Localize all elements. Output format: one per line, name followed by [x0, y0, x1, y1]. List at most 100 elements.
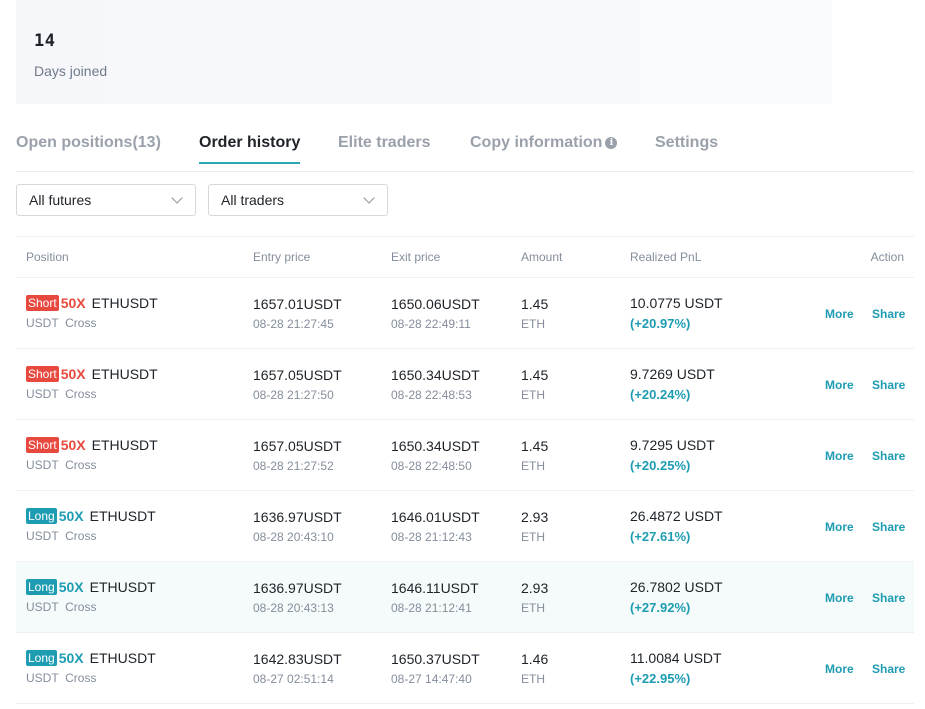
amount-unit: ETH	[521, 459, 545, 473]
amount-unit: ETH	[521, 530, 545, 544]
amount: 2.93	[521, 509, 549, 525]
tab-label: Elite traders	[338, 134, 431, 151]
tab-copy-information[interactable]: Copy information i	[470, 134, 618, 164]
header-position: Position	[26, 250, 69, 264]
days-joined-card: 14 Days joined	[16, 0, 832, 104]
realized-pnl-percent: (+20.25%)	[630, 458, 691, 473]
margin-mode: USDT Cross	[26, 387, 97, 401]
header-action: Action	[870, 250, 904, 264]
amount: 1.45	[521, 367, 549, 383]
more-button[interactable]: More	[825, 520, 854, 534]
side-badge: Short	[26, 366, 59, 382]
share-button[interactable]: Share	[872, 591, 905, 605]
tab-label: Settings	[655, 134, 719, 151]
share-button[interactable]: Share	[872, 520, 905, 534]
more-button[interactable]: More	[825, 662, 854, 676]
table-row: Long 50X ETHUSDT USDT Cross 1642.83USDT 08…	[16, 633, 914, 704]
realized-pnl-percent: (+20.24%)	[630, 387, 691, 402]
exit-price: 1646.11USDT	[391, 580, 479, 596]
tab-bar: Open positions(13) Order history Elite t…	[16, 124, 914, 172]
chevron-down-icon	[171, 192, 183, 204]
leverage: 50X	[60, 437, 86, 453]
symbol: ETHUSDT	[91, 366, 158, 382]
amount: 1.45	[521, 438, 549, 454]
more-button[interactable]: More	[825, 307, 854, 321]
tab-label: Order history	[199, 134, 301, 151]
header-realized-pnl: Realized PnL	[630, 250, 702, 264]
side-badge: Short	[26, 437, 59, 453]
traders-filter-value: All traders	[221, 192, 285, 208]
entry-price: 1636.97USDT	[253, 509, 342, 525]
entry-price: 1657.05USDT	[253, 367, 342, 383]
margin-mode: USDT Cross	[26, 671, 97, 685]
amount: 1.45	[521, 296, 549, 312]
margin-mode: USDT Cross	[26, 458, 97, 472]
leverage: 50X	[60, 295, 86, 311]
position-cell: Short 50X ETHUSDT	[26, 295, 158, 313]
leverage: 50X	[58, 579, 84, 595]
leverage: 50X	[58, 650, 84, 666]
tab-order-history[interactable]: Order history	[199, 134, 301, 164]
tab-open-positions[interactable]: Open positions(13)	[16, 134, 161, 164]
realized-pnl: 26.7802 USDT	[630, 579, 723, 595]
exit-time: 08-27 14:47:40	[391, 672, 472, 686]
realized-pnl: 9.7295 USDT	[630, 437, 715, 453]
tab-settings[interactable]: Settings	[655, 134, 718, 164]
exit-price: 1646.01USDT	[391, 509, 480, 525]
margin-mode: USDT Cross	[26, 316, 97, 330]
days-joined-label: Days joined	[34, 63, 108, 79]
entry-price: 1636.97USDT	[253, 580, 342, 596]
entry-time: 08-28 21:27:45	[253, 317, 334, 331]
side-badge: Long	[26, 579, 57, 595]
tab-label: Open positions(13)	[16, 134, 161, 151]
chevron-down-icon	[363, 192, 375, 204]
entry-time: 08-28 20:43:13	[253, 601, 334, 615]
side-badge: Long	[26, 650, 57, 666]
tab-elite-traders[interactable]: Elite traders	[338, 134, 430, 164]
share-button[interactable]: Share	[872, 378, 905, 392]
realized-pnl-percent: (+22.95%)	[630, 671, 691, 686]
more-button[interactable]: More	[825, 591, 854, 605]
share-button[interactable]: Share	[872, 449, 905, 463]
info-icon[interactable]: i	[605, 137, 618, 149]
exit-price: 1650.34USDT	[391, 438, 480, 454]
amount-unit: ETH	[521, 317, 545, 331]
amount: 2.93	[521, 580, 549, 596]
symbol: ETHUSDT	[89, 508, 156, 524]
share-button[interactable]: Share	[872, 307, 905, 321]
futures-filter-value: All futures	[29, 192, 92, 208]
tab-label: Copy information	[470, 134, 603, 151]
traders-filter-select[interactable]: All traders	[208, 184, 388, 216]
order-history-table: Position Entry price Exit price Amount R…	[16, 236, 914, 704]
realized-pnl: 26.4872 USDT	[630, 508, 723, 524]
more-button[interactable]: More	[825, 378, 854, 392]
futures-filter-select[interactable]: All futures	[16, 184, 196, 216]
share-button[interactable]: Share	[872, 662, 905, 676]
side-badge: Long	[26, 508, 57, 524]
exit-time: 08-28 22:48:50	[391, 459, 472, 473]
exit-price: 1650.06USDT	[391, 296, 480, 312]
leverage: 50X	[60, 366, 86, 382]
header-entry-price: Entry price	[253, 250, 311, 264]
exit-time: 08-28 22:48:53	[391, 388, 472, 402]
amount-unit: ETH	[521, 601, 545, 615]
amount-unit: ETH	[521, 388, 545, 402]
table-header: Position Entry price Exit price Amount R…	[16, 237, 914, 278]
realized-pnl: 11.0084 USDT	[630, 650, 722, 666]
realized-pnl-percent: (+27.92%)	[630, 600, 691, 615]
entry-price: 1642.83USDT	[253, 651, 342, 667]
amount: 1.46	[521, 651, 549, 667]
position-cell: Long 50X ETHUSDT	[26, 579, 156, 597]
entry-price: 1657.05USDT	[253, 438, 342, 454]
position-cell: Short 50X ETHUSDT	[26, 437, 158, 455]
table-row: Short 50X ETHUSDT USDT Cross 1657.05USDT 0…	[16, 420, 914, 491]
symbol: ETHUSDT	[89, 579, 156, 595]
entry-price: 1657.01USDT	[253, 296, 342, 312]
exit-time: 08-28 21:12:41	[391, 601, 472, 615]
position-cell: Long 50X ETHUSDT	[26, 650, 156, 668]
amount-unit: ETH	[521, 672, 545, 686]
margin-mode: USDT Cross	[26, 600, 97, 614]
entry-time: 08-28 21:27:50	[253, 388, 334, 402]
more-button[interactable]: More	[825, 449, 854, 463]
symbol: ETHUSDT	[91, 295, 158, 311]
